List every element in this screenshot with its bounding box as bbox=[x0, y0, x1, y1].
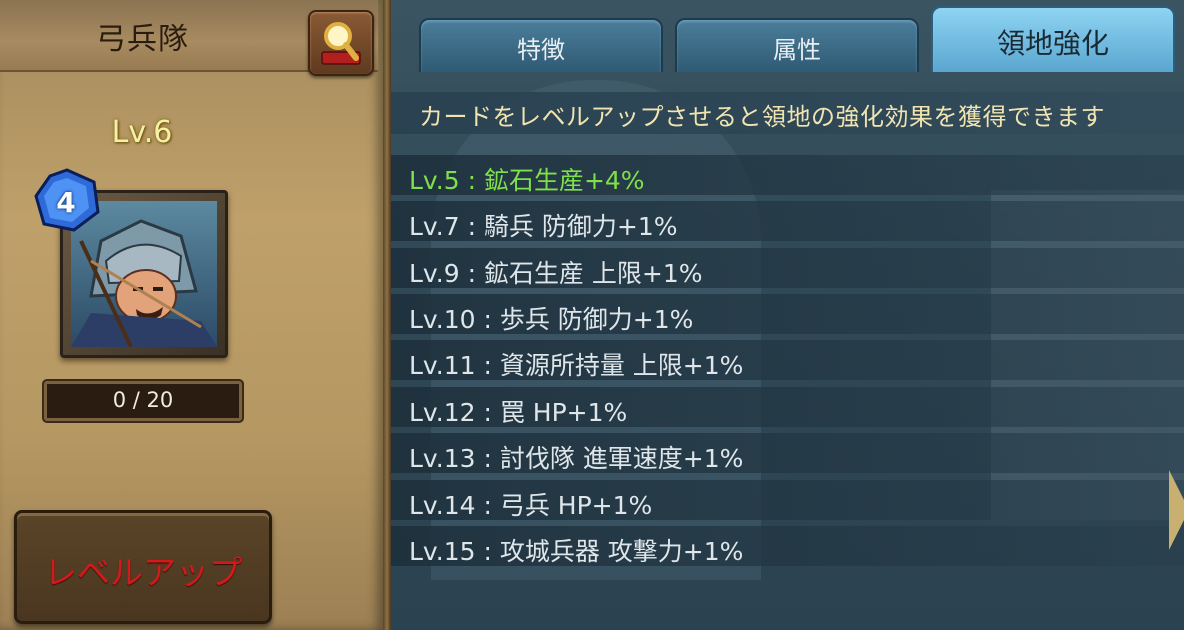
bonus-row: Lv.9 : 鉱石生産 上限+1% bbox=[391, 248, 1184, 288]
tab-territory-boost[interactable]: 領地強化 bbox=[931, 6, 1175, 72]
info-panel: 特徴 属性 領地強化 カードをレベルアップさせると領地の強化効果を獲得できます … bbox=[391, 0, 1184, 630]
level-up-button[interactable]: レベルアップ bbox=[14, 510, 272, 624]
card-level: Lv.6 bbox=[111, 115, 173, 150]
bonus-row: Lv.12 : 罠 HP+1% bbox=[391, 387, 1184, 427]
exp-progress-bar: 0 / 20 bbox=[44, 381, 242, 421]
bonus-text: Lv.10 : 歩兵 防御力+1% bbox=[409, 305, 694, 334]
tab-label: 特徴 bbox=[517, 36, 565, 64]
bonus-row: Lv.10 : 歩兵 防御力+1% bbox=[391, 294, 1184, 334]
exp-text: 0 / 20 bbox=[112, 388, 174, 412]
description-banner: カードをレベルアップさせると領地の強化効果を獲得できます bbox=[391, 92, 1184, 134]
tab-label: 領地強化 bbox=[996, 27, 1109, 60]
bonus-row: Lv.5 : 鉱石生産+4% bbox=[391, 155, 1184, 195]
bonus-text: Lv.12 : 罠 HP+1% bbox=[409, 398, 628, 427]
next-arrow-icon[interactable] bbox=[1169, 470, 1184, 550]
bonus-text: Lv.9 : 鉱石生産 上限+1% bbox=[409, 259, 703, 288]
tab-label: 属性 bbox=[773, 36, 821, 64]
bonus-text: Lv.14 : 弓兵 HP+1% bbox=[409, 491, 653, 520]
bonus-row: Lv.13 : 討伐隊 進軍速度+1% bbox=[391, 433, 1184, 473]
bonus-row: Lv.15 : 攻城兵器 攻撃力+1% bbox=[391, 526, 1184, 566]
level-up-label: レベルアップ bbox=[44, 553, 242, 592]
tab-attributes[interactable]: 属性 bbox=[675, 18, 919, 72]
card-detail-panel: 弓兵隊 Lv.6 4 0 / 20 レベルアップ bbox=[0, 0, 391, 630]
bonus-text: Lv.7 : 騎兵 防御力+1% bbox=[409, 212, 678, 241]
tab-features[interactable]: 特徴 bbox=[419, 18, 663, 72]
bonus-row: Lv.14 : 弓兵 HP+1% bbox=[391, 480, 1184, 520]
card-title-bar: 弓兵隊 bbox=[0, 0, 378, 76]
bonus-row: Lv.7 : 騎兵 防御力+1% bbox=[391, 201, 1184, 241]
bonus-text: Lv.5 : 鉱石生産+4% bbox=[409, 166, 645, 195]
description-text: カードをレベルアップさせると領地の強化効果を獲得できます bbox=[419, 103, 1105, 131]
bonus-text: Lv.13 : 討伐隊 進軍速度+1% bbox=[409, 444, 744, 473]
search-button[interactable] bbox=[308, 10, 374, 76]
card-name: 弓兵隊 bbox=[96, 22, 189, 57]
star-count: 4 bbox=[56, 186, 76, 219]
bonus-row: Lv.11 : 資源所持量 上限+1% bbox=[391, 340, 1184, 380]
bonus-text: Lv.11 : 資源所持量 上限+1% bbox=[409, 351, 744, 380]
bonus-text: Lv.15 : 攻城兵器 攻撃力+1% bbox=[409, 537, 744, 566]
magnifier-icon bbox=[321, 22, 361, 65]
